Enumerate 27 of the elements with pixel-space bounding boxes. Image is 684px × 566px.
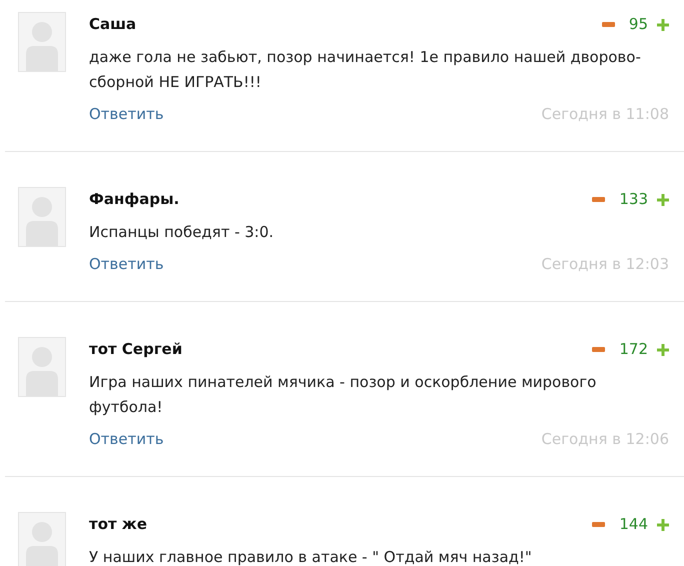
avatar-icon — [18, 187, 66, 247]
minus-icon[interactable] — [592, 347, 606, 352]
vote-count: 95 — [628, 14, 648, 35]
plus-icon[interactable] — [657, 194, 669, 206]
author-name: Саша — [89, 14, 136, 35]
comment-text: Игра наших пинателей мячика - позор и оскорбление мирового футбола! — [89, 372, 598, 418]
comment-text: даже гола не забьют, позор начинается! 1е правило нашей дворово-сборной НЕ ИГРАТЬ!!! — [89, 47, 642, 93]
comment-text: У наших главное правило в атаке - " Отдай мяч назад!" — [89, 547, 533, 566]
avatar-icon — [18, 512, 66, 566]
vote-count: 133 — [619, 189, 648, 210]
vote-count: 172 — [619, 339, 648, 360]
comment-text: Испанцы победят - 3:0. — [89, 222, 275, 243]
author-name: тот Сергей — [89, 339, 182, 360]
reply-link[interactable]: Ответить — [89, 427, 164, 452]
reply-link[interactable]: Ответить — [89, 102, 164, 127]
vote-count: 144 — [619, 514, 648, 535]
avatar-icon — [18, 12, 66, 72]
avatar-icon — [18, 337, 66, 397]
plus-icon[interactable] — [657, 518, 669, 530]
reply-link[interactable]: Ответить — [89, 252, 164, 277]
author-name: тот же — [89, 514, 148, 535]
author-name: Фанфары. — [89, 189, 180, 210]
minus-icon[interactable] — [592, 522, 606, 527]
plus-icon[interactable] — [657, 18, 669, 30]
minus-icon[interactable] — [592, 197, 606, 202]
minus-icon[interactable] — [602, 22, 615, 27]
plus-icon[interactable] — [657, 344, 669, 356]
